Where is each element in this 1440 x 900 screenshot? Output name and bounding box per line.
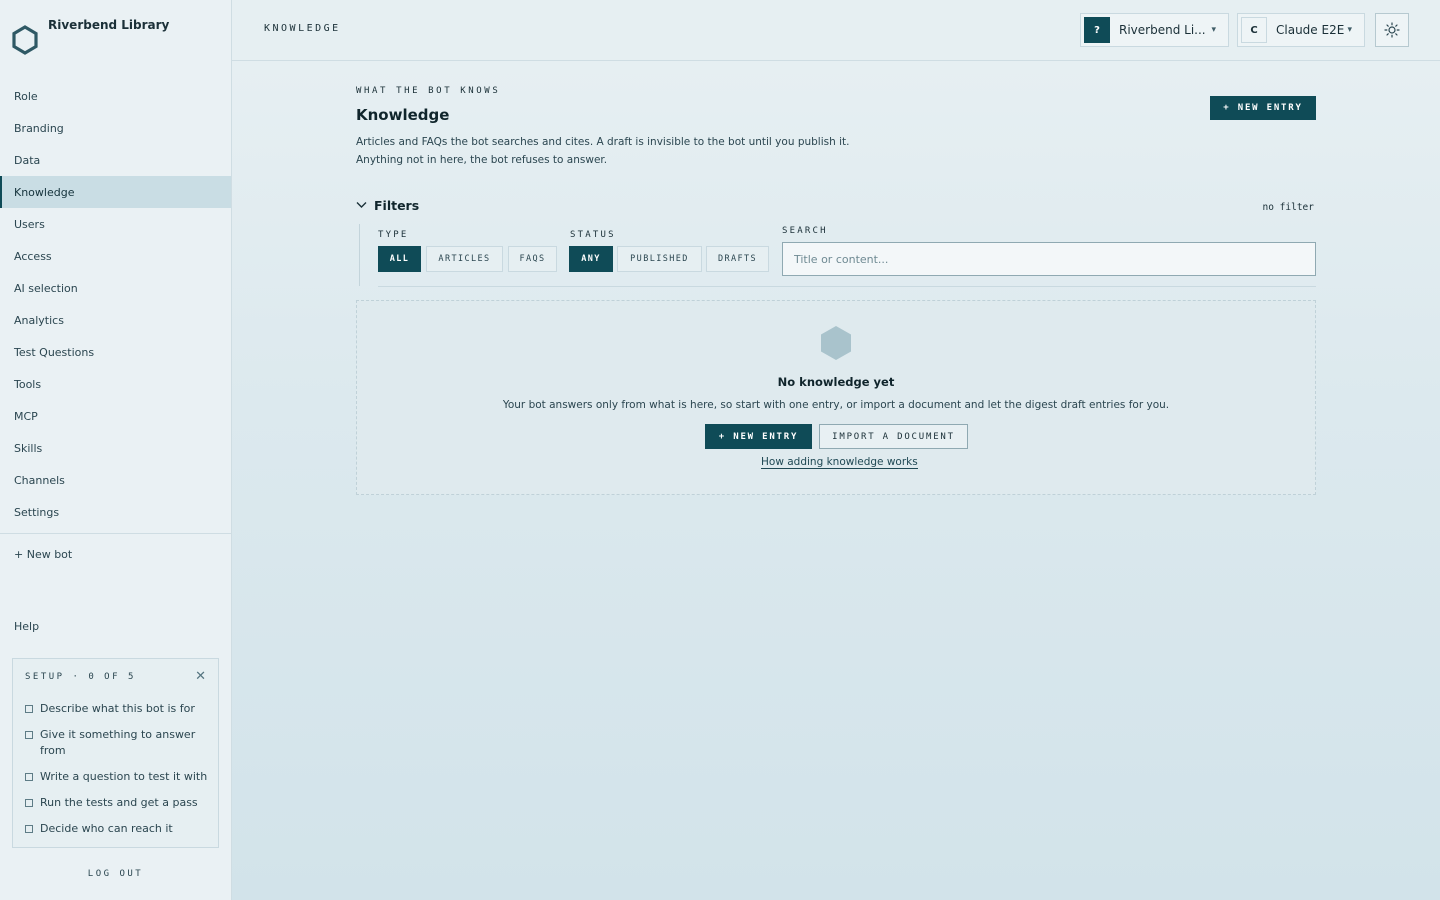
hexagon-icon [821,326,851,360]
status-filter-published[interactable]: PUBLISHED [617,246,702,272]
model-label: Claude E2E [1276,23,1345,37]
type-filter-articles[interactable]: ARTICLES [426,246,503,272]
sidebar-item-test-questions[interactable]: Test Questions [0,336,231,368]
checkbox-icon[interactable] [25,705,33,713]
filters-toggle[interactable]: Filters [356,198,419,213]
description-line: Articles and FAQs the bot searches and c… [356,136,850,148]
hexagon-logo-icon [12,25,38,55]
theme-toggle-button[interactable] [1375,13,1409,47]
setup-item-label: Decide who can reach it [40,822,173,835]
sidebar: Riverbend Library Role Branding Data Kno… [0,0,232,900]
setup-item-label: Describe what this bot is for [40,702,195,715]
section-eyebrow: WHAT THE BOT KNOWS [356,86,501,96]
type-filter-all[interactable]: ALL [378,246,421,272]
sidebar-item-access[interactable]: Access [0,240,231,272]
brand-name: Riverbend Library [48,18,170,32]
top-bar: KNOWLEDGE ? Riverbend Li... ▾ C Claude E… [232,0,1440,61]
filter-status: no filter [1262,202,1314,213]
setup-item[interactable]: Describe what this bot is for [25,701,210,717]
search-input[interactable] [782,242,1316,276]
setup-checklist: SETUP · 0 OF 5 ✕ Describe what this bot … [12,658,219,848]
brand[interactable]: Riverbend Library [12,18,169,55]
empty-state-text: Your bot answers only from what is here,… [502,399,1170,411]
filters-divider [378,286,1316,287]
empty-state-title: No knowledge yet [777,375,895,389]
setup-item-label: Write a question to test it with [40,770,208,783]
import-document-button[interactable]: IMPORT A DOCUMENT [819,424,968,449]
empty-state: No knowledge yet Your bot answers only f… [356,300,1316,495]
setup-item-label: Give it something to answer from [40,728,196,757]
type-filter-faqs[interactable]: FAQS [508,246,557,272]
sidebar-item-users[interactable]: Users [0,208,231,240]
status-filter-any[interactable]: ANY [569,246,613,272]
description-line: Anything not in here, the bot refuses to… [356,154,608,166]
filters-rail [359,224,360,286]
sidebar-item-settings[interactable]: Settings [0,496,231,528]
sidebar-item-analytics[interactable]: Analytics [0,304,231,336]
logout-button[interactable]: LOG OUT [0,869,231,879]
sidebar-nav: Role Branding Data Knowledge Users Acces… [0,80,231,528]
type-filter-label: TYPE [378,230,409,240]
sidebar-item-mcp[interactable]: MCP [0,400,231,432]
model-badge: C [1241,17,1267,43]
checkbox-icon[interactable] [25,799,33,807]
page-description: Articles and FAQs the bot searches and c… [356,133,876,169]
setup-item[interactable]: Give it something to answer from [25,727,210,759]
close-icon[interactable]: ✕ [195,670,206,683]
status-filter-drafts[interactable]: DRAFTS [706,246,769,272]
empty-new-entry-button[interactable]: + NEW ENTRY [705,424,812,449]
status-filter-label: STATUS [570,230,616,240]
sun-icon [1384,22,1400,38]
chevron-down-icon [356,199,367,212]
sidebar-item-skills[interactable]: Skills [0,432,231,464]
setup-item[interactable]: Run the tests and get a pass [25,795,210,811]
workspace-label: Riverbend Li... [1119,23,1206,37]
sidebar-divider [0,533,231,534]
chevron-down-icon: ▾ [1347,25,1352,35]
model-selector[interactable]: C Claude E2E ▾ [1237,13,1365,47]
search-label: SEARCH [782,226,828,236]
new-bot-link[interactable]: + New bot [14,548,72,561]
setup-item[interactable]: Decide who can reach it [25,821,210,837]
sidebar-item-tools[interactable]: Tools [0,368,231,400]
workspace-badge: ? [1084,17,1110,43]
chevron-down-icon: ▾ [1211,25,1216,35]
new-entry-button[interactable]: + NEW ENTRY [1210,96,1316,120]
sidebar-item-ai-selection[interactable]: AI selection [0,272,231,304]
page-title: Knowledge [356,106,450,124]
setup-title: SETUP · 0 OF 5 [25,672,136,682]
help-knowledge-link[interactable]: How adding knowledge works [761,456,918,469]
sidebar-item-data[interactable]: Data [0,144,231,176]
sidebar-item-role[interactable]: Role [0,80,231,112]
help-link[interactable]: Help [14,620,39,633]
checkbox-icon[interactable] [25,773,33,781]
setup-item-label: Run the tests and get a pass [40,796,198,809]
sidebar-item-channels[interactable]: Channels [0,464,231,496]
sidebar-item-knowledge[interactable]: Knowledge [0,176,231,208]
filters-label: Filters [374,198,420,213]
workspace-selector[interactable]: ? Riverbend Li... ▾ [1080,13,1229,47]
setup-list: Describe what this bot is for Give it so… [25,701,210,847]
page-breadcrumb: KNOWLEDGE [264,23,341,34]
sidebar-item-branding[interactable]: Branding [0,112,231,144]
checkbox-icon[interactable] [25,825,33,833]
setup-item[interactable]: Write a question to test it with [25,769,210,785]
checkbox-icon[interactable] [25,731,33,739]
